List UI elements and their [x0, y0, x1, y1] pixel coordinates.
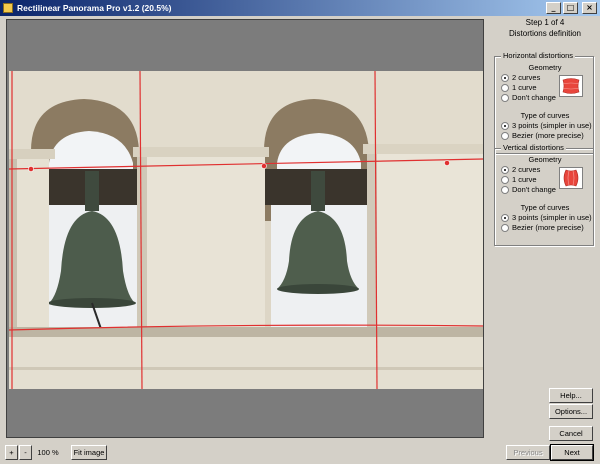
v-curve-bezier[interactable]: Bezier (more precise)	[501, 223, 584, 232]
group-label: Horizontal distortions	[501, 51, 576, 60]
radio-button[interactable]	[501, 223, 509, 232]
step-subtitle: Distortions definition	[508, 29, 582, 38]
h-geometry-dont-change[interactable]: Don't change	[501, 93, 556, 102]
previous-button[interactable]: Previous	[506, 445, 550, 460]
radio-button[interactable]	[501, 213, 509, 222]
maximize-button[interactable]: □	[563, 2, 578, 14]
radio-label: 3 points (simpler in use)	[512, 121, 592, 130]
fit-image-button[interactable]: Fit image	[71, 445, 107, 460]
radio-label: Bezier (more precise)	[512, 131, 584, 140]
radio-button[interactable]	[501, 131, 509, 140]
v-curve-3-points[interactable]: 3 points (simpler in use)	[501, 213, 592, 222]
radio-button[interactable]	[501, 185, 509, 194]
h-geometry-1-curve[interactable]: 1 curve	[501, 83, 537, 92]
h-curve-bezier[interactable]: Bezier (more precise)	[501, 131, 584, 140]
radio-button[interactable]	[501, 73, 509, 82]
group-label: Vertical distortions	[501, 143, 566, 152]
radio-button[interactable]	[501, 175, 509, 184]
photo-canvas[interactable]	[9, 71, 483, 389]
radio-label: 2 curves	[512, 165, 541, 174]
zoom-in-button[interactable]: +	[5, 445, 18, 460]
zoom-out-button[interactable]: -	[19, 445, 32, 460]
geometry-label: Geometry	[528, 63, 562, 72]
help-button[interactable]: Help...	[549, 388, 593, 403]
vertical-distortions-group: Vertical distortions Geometry 2 curves 1…	[494, 143, 594, 246]
radio-button[interactable]	[501, 165, 509, 174]
minimize-button[interactable]: _	[546, 2, 561, 14]
radio-button[interactable]	[501, 93, 509, 102]
radio-button[interactable]	[501, 121, 509, 130]
radio-label: 3 points (simpler in use)	[512, 213, 592, 222]
close-button[interactable]: ×	[582, 2, 597, 14]
geometry-label: Geometry	[528, 155, 562, 164]
radio-label: 1 curve	[512, 83, 537, 92]
h-geometry-2-curves[interactable]: 2 curves	[501, 73, 540, 82]
radio-label: Don't change	[512, 185, 556, 194]
radio-label: 2 curves	[512, 73, 541, 82]
cancel-button[interactable]: Cancel	[549, 426, 593, 441]
horizontal-distortions-group: Horizontal distortions Geometry 2 curves…	[494, 51, 594, 154]
curve-type-label: Type of curves	[520, 111, 570, 120]
title-bar: Rectilinear Panorama Pro v1.2 (20.5%) _ …	[0, 0, 600, 16]
bell-tower-photo	[9, 71, 483, 389]
v-geometry-1-curve[interactable]: 1 curve	[501, 175, 537, 184]
app-icon	[3, 3, 13, 13]
step-indicator: Step 1 of 4	[525, 18, 565, 27]
h-curve-3-points[interactable]: 3 points (simpler in use)	[501, 121, 592, 130]
barrel-vertical-preview-icon	[559, 167, 583, 189]
radio-label: 1 curve	[512, 175, 537, 184]
radio-label: Don't change	[512, 93, 556, 102]
next-button[interactable]: Next	[550, 444, 594, 461]
window-title: Rectilinear Panorama Pro v1.2 (20.5%)	[17, 3, 172, 13]
v-geometry-dont-change[interactable]: Don't change	[501, 185, 556, 194]
radio-label: Bezier (more precise)	[512, 223, 584, 232]
curve-type-label: Type of curves	[520, 203, 570, 212]
image-viewer[interactable]	[6, 19, 484, 438]
options-button[interactable]: Options...	[549, 404, 593, 419]
zoom-level: 100 %	[37, 448, 59, 457]
barrel-horizontal-preview-icon	[559, 75, 583, 97]
v-geometry-2-curves[interactable]: 2 curves	[501, 165, 540, 174]
radio-button[interactable]	[501, 83, 509, 92]
